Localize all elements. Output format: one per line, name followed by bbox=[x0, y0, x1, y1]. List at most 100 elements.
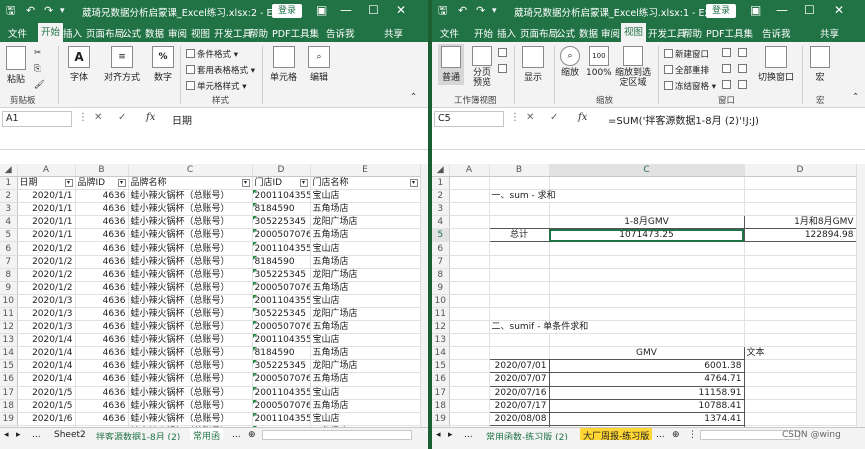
cell-store-name[interactable]: 宝山店 bbox=[310, 412, 421, 426]
cell-brand-name[interactable]: 蛙小辣火锅杯（总账号） bbox=[128, 241, 253, 256]
cell-store-id[interactable]: 2000507076 bbox=[252, 372, 311, 387]
cell-brand-id[interactable]: 4636 bbox=[75, 215, 129, 230]
add-sheet-icon[interactable]: ⊕ bbox=[672, 430, 680, 440]
cell-store-id[interactable]: 8184590 bbox=[252, 202, 311, 217]
cell-date[interactable]: 2020/07/01 bbox=[488, 359, 550, 374]
cell-brand-id[interactable]: 4636 bbox=[75, 294, 129, 308]
tab-insert[interactable]: 插入 bbox=[497, 26, 516, 40]
login-button[interactable]: 登录 bbox=[272, 4, 303, 18]
cell-store-id[interactable]: 2001104355 bbox=[252, 386, 311, 400]
macros-button[interactable]: 宏 bbox=[810, 46, 830, 83]
row-header[interactable]: 13 bbox=[0, 333, 18, 348]
row-header[interactable]: 4 bbox=[0, 215, 18, 230]
zoom-selection-button[interactable]: 缩放到选定区域 bbox=[614, 46, 652, 88]
cell-brand-id[interactable]: 4636 bbox=[75, 228, 129, 243]
col-header[interactable]: D bbox=[744, 164, 857, 177]
cell-store-id[interactable]: 2001104355 bbox=[252, 294, 311, 308]
cell-brand-name[interactable]: 蛙小辣火锅杯（总账号） bbox=[128, 255, 253, 269]
col-header[interactable]: C bbox=[549, 164, 745, 177]
tab-formulas[interactable]: 公式 bbox=[122, 26, 141, 40]
tab-help[interactable]: 帮助 bbox=[249, 26, 268, 40]
unhide-icon[interactable] bbox=[722, 80, 733, 91]
col-header[interactable]: A bbox=[17, 164, 76, 177]
tab-review[interactable]: 审阅 bbox=[168, 26, 187, 40]
font-button[interactable]: A 字体 bbox=[68, 46, 90, 83]
tab-pdf[interactable]: PDF工具集 bbox=[272, 26, 319, 40]
row-header[interactable]: 14 bbox=[0, 346, 18, 361]
cell-store-name[interactable]: 龙阳广场店 bbox=[310, 268, 421, 282]
col-header[interactable]: A bbox=[449, 164, 490, 177]
undo-icon[interactable]: ↶ bbox=[458, 4, 467, 18]
redo-icon[interactable]: ↷ bbox=[476, 4, 485, 18]
row-header[interactable]: 7 bbox=[0, 255, 18, 269]
cell-store-id[interactable]: 2001104355 bbox=[252, 412, 311, 426]
cell-brand-name[interactable]: 蛙小辣火锅杯（总账号） bbox=[128, 268, 253, 282]
cell-store-name[interactable]: 五角场店 bbox=[310, 255, 421, 269]
tab-file[interactable]: 文件 bbox=[440, 26, 459, 40]
tab-developer[interactable]: 开发工具 bbox=[648, 26, 686, 40]
row-header[interactable]: 9 bbox=[0, 281, 18, 295]
page-layout-view-icon[interactable] bbox=[498, 48, 509, 59]
name-box[interactable]: C5 bbox=[434, 111, 504, 127]
cell-gmv[interactable]: 6001.38 bbox=[549, 359, 745, 374]
next-sheet-icon[interactable]: ▸ bbox=[448, 430, 453, 440]
row-header[interactable]: 1 bbox=[432, 176, 450, 191]
row-header[interactable]: 7 bbox=[432, 255, 450, 269]
row-header[interactable]: 13 bbox=[432, 333, 450, 348]
cell-date[interactable]: 2020/1/1 bbox=[17, 228, 76, 243]
cell-date[interactable]: 2020/1/1 bbox=[17, 202, 76, 217]
cell-brand-id[interactable]: 4636 bbox=[75, 399, 129, 413]
cell-date[interactable]: 2020/1/3 bbox=[17, 307, 76, 322]
tell-me-search[interactable]: 告诉我 bbox=[762, 26, 791, 40]
tab-data[interactable]: 数据 bbox=[145, 26, 164, 40]
cell-brand-name[interactable]: 蛙小辣火锅杯（总账号） bbox=[128, 386, 253, 400]
cell-brand-id[interactable]: 4636 bbox=[75, 359, 129, 374]
cell-brand-id[interactable]: 4636 bbox=[75, 346, 129, 361]
horizontal-scrollbar[interactable] bbox=[262, 430, 412, 440]
sheet-tab[interactable]: Sheet2 bbox=[54, 430, 86, 440]
enter-icon[interactable]: ✓ bbox=[550, 112, 558, 123]
row-header[interactable]: 14 bbox=[432, 346, 450, 361]
tab-home[interactable]: 开始 bbox=[38, 23, 64, 42]
row-header[interactable]: 12 bbox=[432, 320, 450, 335]
cell-d5-total[interactable]: 122894.98 bbox=[744, 228, 857, 243]
cell-store-id[interactable]: 8184590 bbox=[252, 255, 311, 269]
hide-icon[interactable] bbox=[722, 64, 733, 75]
ribbon-display-icon[interactable]: ▣ bbox=[750, 3, 761, 17]
cell-date[interactable]: 2020/07/17 bbox=[488, 399, 550, 413]
format-painter-icon[interactable]: 🖌 bbox=[34, 80, 45, 90]
row-header[interactable]: 19 bbox=[432, 412, 450, 426]
cell-store-name[interactable]: 五角场店 bbox=[310, 399, 421, 413]
cell-date[interactable]: 2020/1/3 bbox=[17, 320, 76, 335]
row-header[interactable]: 19 bbox=[0, 412, 18, 426]
minimize-icon[interactable]: — bbox=[340, 3, 352, 17]
login-button[interactable]: 登录 bbox=[706, 4, 737, 18]
row-header[interactable]: 15 bbox=[432, 359, 450, 374]
cell-brand-id[interactable]: 4636 bbox=[75, 333, 129, 348]
cell-date[interactable]: 2020/1/1 bbox=[17, 215, 76, 230]
cell-store-id[interactable]: 8184590 bbox=[252, 346, 311, 361]
row-header[interactable]: 16 bbox=[432, 372, 450, 387]
cell-gmv[interactable]: 10788.41 bbox=[549, 399, 745, 413]
cell-store-name[interactable]: 五角场店 bbox=[310, 202, 421, 217]
insert-function-icon[interactable]: fx bbox=[578, 112, 587, 123]
row-header[interactable]: 4 bbox=[432, 215, 450, 230]
cell-brand-name[interactable]: 蛙小辣火锅杯（总账号） bbox=[128, 333, 253, 348]
cell-store-id[interactable]: 2001104355 bbox=[252, 241, 311, 256]
cell-brand-id[interactable]: 4636 bbox=[75, 320, 129, 335]
tell-me-search[interactable]: 告诉我 bbox=[326, 26, 355, 40]
side-by-side-icon[interactable] bbox=[738, 48, 749, 59]
tab-data[interactable]: 数据 bbox=[579, 26, 598, 40]
row-header[interactable]: 5 bbox=[0, 228, 18, 243]
select-all-corner[interactable]: ◢ bbox=[432, 164, 450, 177]
column-title[interactable]: 门店ID ▾ bbox=[252, 176, 311, 191]
column-title[interactable]: 品牌名称 ▾ bbox=[128, 176, 253, 191]
row-header[interactable]: 11 bbox=[0, 307, 18, 322]
cell-date[interactable]: 2020/1/2 bbox=[17, 281, 76, 295]
tab-view[interactable]: 视图 bbox=[191, 26, 210, 40]
cell-store-name[interactable]: 宝山店 bbox=[310, 333, 421, 348]
cell-brand-id[interactable]: 4636 bbox=[75, 241, 129, 256]
split-icon[interactable] bbox=[722, 48, 733, 59]
row-header[interactable]: 2 bbox=[432, 189, 450, 204]
row-header[interactable]: 2 bbox=[0, 189, 18, 204]
